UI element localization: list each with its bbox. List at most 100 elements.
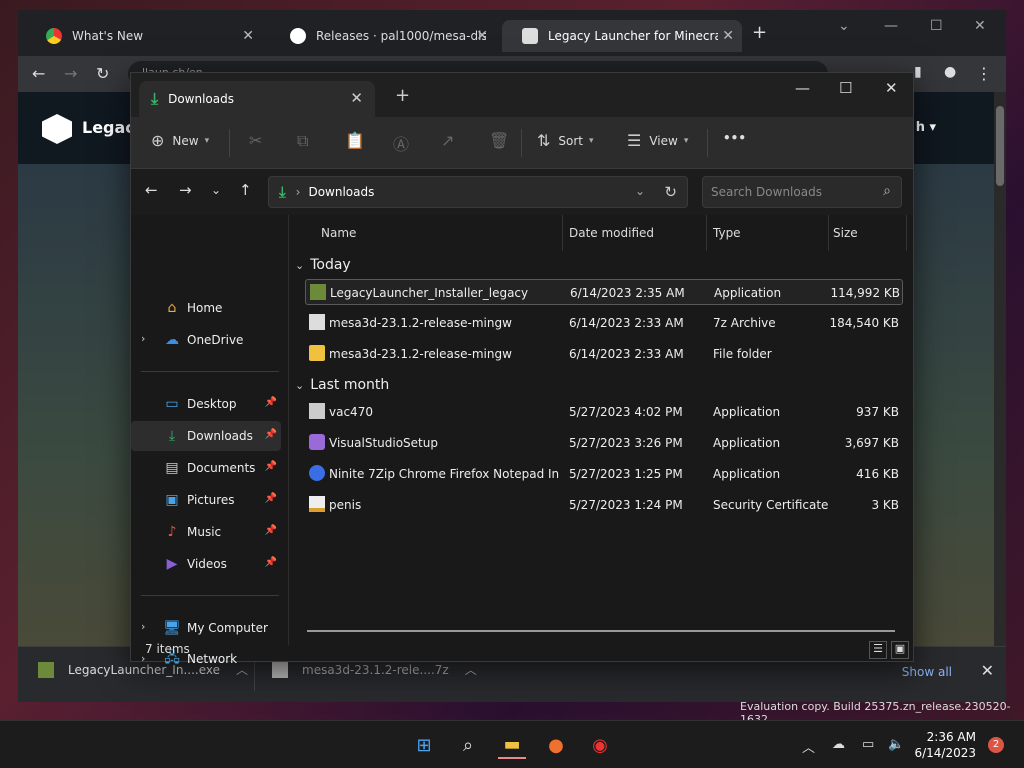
copy-icon[interactable]: ⧉ [297, 131, 308, 151]
forward-icon[interactable]: → [179, 181, 192, 199]
browser-tab[interactable]: What's New ✕ [26, 20, 262, 52]
up-icon[interactable]: ↑ [239, 181, 252, 199]
scrollbar-thumb[interactable] [996, 106, 1004, 186]
browser-tab[interactable]: Releases · pal1000/mesa-dist-wi ✕ [270, 20, 496, 52]
close-icon[interactable]: ✕ [981, 661, 994, 680]
close-tab-icon[interactable]: ✕ [722, 28, 734, 44]
tab-search-icon[interactable]: ⌄ [838, 18, 850, 34]
sort-button[interactable]: ⇅ Sort ▾ [537, 131, 594, 150]
download-item-label: mesa3d-23.1.2-rele....7z [302, 662, 449, 677]
nav-item-onedrive[interactable]: › ☁ OneDrive [131, 325, 281, 355]
file-row[interactable]: mesa3d-23.1.2-release-mingw 6/14/2023 2:… [305, 310, 903, 336]
nav-item-desktop[interactable]: ▭ Desktop 📌 [131, 389, 281, 419]
cut-icon[interactable]: ✂ [249, 131, 262, 150]
music-icon: ♪ [167, 524, 177, 540]
firefox-icon[interactable]: ● [542, 731, 570, 759]
chevron-up-icon[interactable]: ︿ [802, 737, 815, 756]
refresh-icon[interactable]: ↻ [664, 183, 677, 201]
view-button[interactable]: ☰ View ▾ [627, 131, 688, 150]
menu-icon[interactable]: ⋮ [976, 64, 992, 83]
recent-locations-icon[interactable]: ⌄ [211, 183, 221, 197]
page-scrollbar[interactable] [994, 92, 1006, 652]
pin-icon[interactable]: 📌 [265, 397, 277, 408]
browser-tab-active[interactable]: Legacy Launcher for Minecraft ( ✕ [502, 20, 742, 52]
close-tab-icon[interactable]: ✕ [242, 28, 254, 44]
explorer-tab[interactable]: ⤓ Downloads ✕ [139, 81, 375, 117]
chevron-up-icon[interactable]: ︿ [465, 661, 477, 678]
group-header-today[interactable]: ⌄ Today [295, 257, 351, 273]
chrome-icon[interactable]: ◉ [586, 731, 614, 759]
back-icon[interactable]: ← [145, 181, 158, 199]
address-bar[interactable]: ⤓ › Downloads ⌄ ↻ [268, 176, 688, 208]
file-row[interactable]: VisualStudioSetup 5/27/2023 3:26 PM Appl… [305, 430, 903, 456]
file-row[interactable]: penis 5/27/2023 1:24 PM Security Certifi… [305, 492, 903, 518]
delete-icon[interactable]: 🗑 [489, 131, 509, 150]
nav-item-documents[interactable]: ▤ Documents 📌 [131, 453, 281, 483]
nav-item-downloads[interactable]: ⤓ Downloads 📌 [131, 421, 281, 451]
close-window-button[interactable]: ✕ [974, 18, 986, 34]
details-view-icon[interactable]: ☰ [869, 641, 887, 659]
minimize-button[interactable]: — [884, 18, 898, 34]
chevron-down-icon[interactable]: ⌄ [635, 184, 645, 198]
search-input[interactable]: Search Downloads ⌕ [702, 176, 902, 208]
profile-icon[interactable]: ● [944, 64, 956, 80]
download-item[interactable]: mesa3d-23.1.2-rele....7z ︿ [272, 661, 477, 678]
pin-icon[interactable]: 📌 [265, 525, 277, 536]
tiles-view-icon[interactable]: ▣ [891, 641, 909, 659]
sidebar-icon[interactable]: ▮ [914, 64, 922, 80]
forward-icon[interactable]: → [64, 64, 77, 83]
more-options-button[interactable]: ••• [723, 131, 746, 145]
volume-icon[interactable]: 🔈 [888, 737, 904, 752]
github-icon [290, 28, 306, 44]
file-row[interactable]: Ninite 7Zip Chrome Firefox Notepad Inst.… [305, 461, 903, 487]
close-tab-icon[interactable]: ✕ [476, 28, 488, 44]
reload-icon[interactable]: ↻ [96, 64, 109, 83]
file-explorer-icon[interactable]: ▬ [498, 731, 526, 759]
close-tab-icon[interactable]: ✕ [350, 89, 363, 107]
new-button[interactable]: ⊕ New ▾ [151, 131, 209, 150]
show-all-link[interactable]: Show all [902, 665, 952, 679]
pin-icon[interactable]: 📌 [265, 461, 277, 472]
file-size: 3 KB [871, 498, 899, 512]
site-logo-icon[interactable] [42, 114, 72, 144]
language-selector[interactable]: h ▾ [916, 120, 936, 135]
nav-item-my-computer[interactable]: › 🖥 My Computer [131, 613, 281, 643]
minimize-button[interactable]: — [795, 79, 810, 97]
nav-item-pictures[interactable]: ▣ Pictures 📌 [131, 485, 281, 515]
file-row[interactable]: LegacyLauncher_Installer_legacy 6/14/202… [305, 279, 903, 305]
paste-icon[interactable]: 📋 [345, 131, 365, 150]
pin-icon[interactable]: 📌 [265, 429, 277, 440]
breadcrumb[interactable]: Downloads [308, 185, 374, 199]
cloud-offline-icon[interactable]: ☁ [832, 737, 845, 752]
start-icon[interactable]: ⊞ [410, 731, 438, 759]
new-tab-button[interactable]: + [752, 22, 767, 43]
horizontal-scrollbar[interactable] [307, 630, 895, 632]
nav-item-videos[interactable]: ▶ Videos 📌 [131, 549, 281, 579]
pin-icon[interactable]: 📌 [265, 493, 277, 504]
maximize-button[interactable]: ☐ [930, 18, 943, 34]
pin-icon[interactable]: 📌 [265, 557, 277, 568]
clock[interactable]: 2:36 AM 6/14/2023 [914, 729, 976, 761]
share-icon[interactable]: ↗ [441, 131, 454, 150]
chevron-right-icon[interactable]: › [141, 620, 145, 633]
group-header-last-month[interactable]: ⌄ Last month [295, 377, 389, 393]
search-icon[interactable]: ⌕ [883, 183, 891, 199]
new-tab-button[interactable]: + [395, 85, 410, 106]
chevron-right-icon[interactable]: › [141, 332, 145, 345]
column-header-type[interactable]: Type [713, 215, 829, 251]
nav-item-music[interactable]: ♪ Music 📌 [131, 517, 281, 547]
file-row[interactable]: mesa3d-23.1.2-release-mingw 6/14/2023 2:… [305, 341, 903, 367]
back-icon[interactable]: ← [32, 64, 45, 83]
notification-badge[interactable]: 2 [988, 737, 1004, 753]
column-header-size[interactable]: Size [833, 215, 907, 251]
close-window-button[interactable]: ✕ [885, 79, 898, 97]
column-header-date[interactable]: Date modified [569, 215, 707, 251]
explorer-title-bar: ⤓ Downloads ✕ + — ☐ ✕ [131, 73, 913, 117]
rename-icon[interactable]: Ⓐ [393, 131, 409, 155]
nav-item-home[interactable]: ⌂ Home [131, 293, 281, 323]
network-icon[interactable]: ▭ [862, 737, 874, 752]
file-row[interactable]: vac470 5/27/2023 4:02 PM Application 937… [305, 399, 903, 425]
search-icon[interactable]: ⌕ [454, 731, 482, 759]
column-header-name[interactable]: Name [321, 215, 563, 251]
maximize-button[interactable]: ☐ [839, 79, 852, 97]
